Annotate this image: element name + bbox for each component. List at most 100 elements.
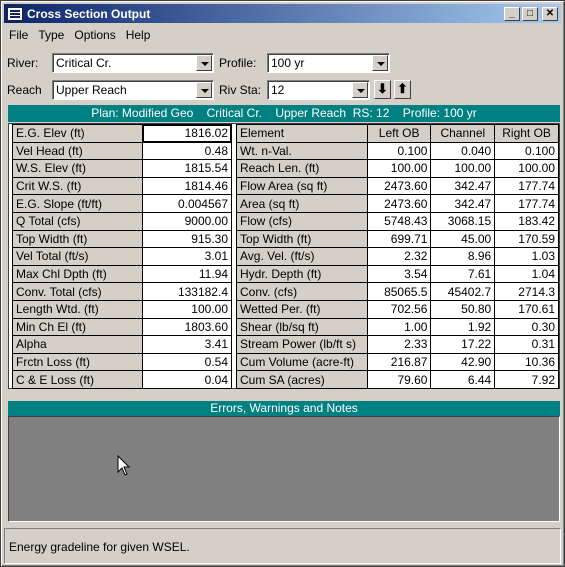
element-right-value[interactable]: 183.42	[494, 211, 559, 231]
summary-value[interactable]: 0.54	[142, 352, 232, 372]
summary-value[interactable]: 1803.60	[142, 317, 232, 337]
column-header: Channel	[430, 124, 496, 143]
summary-value[interactable]: 1814.46	[142, 176, 232, 196]
output-tables: E.G. Elev (ft) 1816.02 Vel Head (ft) 0.48 W.…	[8, 123, 560, 389]
element-label: Wt. n-Val.	[236, 141, 368, 161]
summary-row: E.G. Slope (ft/ft) 0.004567	[11, 194, 232, 213]
column-header: Left OB	[366, 124, 432, 143]
element-right-value[interactable]: 100.00	[494, 159, 559, 178]
rivsta-select[interactable]: 12	[267, 80, 370, 100]
summary-label: Min Ch El (ft)	[11, 317, 144, 337]
status-text: Energy gradeline for given WSEL.	[9, 540, 190, 554]
title-bar[interactable]: Cross Section Output _ □ ✕	[4, 4, 561, 23]
element-left-value[interactable]: 2473.60	[366, 194, 432, 213]
element-channel-value[interactable]: 100.00	[430, 159, 496, 178]
close-button[interactable]: ✕	[542, 6, 558, 21]
element-left-value[interactable]: 3.54	[366, 264, 432, 284]
element-label: Wetted Per. (ft)	[236, 299, 368, 319]
minimize-button[interactable]: _	[504, 6, 520, 21]
menu-help[interactable]: Help	[121, 28, 156, 42]
element-row: Area (sq ft) 2473.60 342.47 177.74	[236, 194, 559, 213]
element-right-value[interactable]: 1.03	[494, 247, 559, 266]
element-left-value[interactable]: 100.00	[366, 159, 432, 178]
summary-value[interactable]: 133182.4	[142, 282, 232, 301]
element-right-value[interactable]: 177.74	[494, 194, 559, 213]
element-label: Cum Volume (acre-ft)	[236, 352, 368, 372]
chevron-down-icon[interactable]	[196, 82, 212, 98]
element-channel-value[interactable]: 3068.15	[430, 211, 496, 231]
cross-section-output-window: Cross Section Output _ □ ✕ File Type Opt…	[0, 0, 565, 567]
element-right-value[interactable]: 10.36	[494, 352, 559, 372]
maximize-button[interactable]: □	[522, 6, 538, 21]
arrow-up-button[interactable]: ⬆	[394, 80, 411, 99]
summary-row: Q Total (cfs) 9000.00	[11, 211, 232, 231]
menu-type[interactable]: Type	[33, 28, 69, 42]
element-right-value[interactable]: 1.04	[494, 264, 559, 284]
summary-value[interactable]: 0.48	[142, 141, 232, 161]
element-right-value[interactable]: 170.61	[494, 299, 559, 319]
summary-value[interactable]: 11.94	[142, 264, 232, 284]
element-channel-value[interactable]: 0.040	[430, 141, 496, 161]
element-channel-value[interactable]: 342.47	[430, 176, 496, 196]
element-left-value[interactable]: 2.32	[366, 247, 432, 266]
menu-options[interactable]: Options	[69, 28, 120, 42]
element-channel-value[interactable]: 50.80	[430, 299, 496, 319]
element-left-value[interactable]: 2.33	[366, 335, 432, 354]
element-label: Flow Area (sq ft)	[236, 176, 368, 196]
summary-value[interactable]: 3.41	[142, 335, 232, 354]
rivsta-label: Riv Sta:	[219, 83, 262, 97]
element-channel-value[interactable]: 7.61	[430, 264, 496, 284]
errors-notes-area[interactable]	[8, 416, 560, 522]
summary-value[interactable]: 1816.02	[142, 124, 232, 143]
summary-value[interactable]: 3.01	[142, 247, 232, 266]
summary-row: Min Ch El (ft) 1803.60	[11, 317, 232, 337]
profile-select[interactable]: 100 yr	[267, 53, 390, 73]
element-label: Shear (lb/sq ft)	[236, 317, 368, 337]
element-left-value[interactable]: 5748.43	[366, 211, 432, 231]
summary-row: C & E Loss (ft) 0.04	[11, 370, 232, 389]
summary-value[interactable]: 915.30	[142, 229, 232, 249]
element-right-value[interactable]: 0.30	[494, 317, 559, 337]
element-label: Cum SA (acres)	[236, 370, 368, 389]
errors-title-bar: Errors, Warnings and Notes	[8, 401, 560, 416]
element-right-value[interactable]: 170.59	[494, 229, 559, 249]
element-channel-value[interactable]: 42.90	[430, 352, 496, 372]
element-label: Conv. (cfs)	[236, 282, 368, 301]
reach-select[interactable]: Upper Reach	[52, 80, 214, 100]
river-select[interactable]: Critical Cr.	[52, 53, 214, 73]
summary-value[interactable]: 1815.54	[142, 159, 232, 178]
element-right-value[interactable]: 0.31	[494, 335, 559, 354]
element-left-value[interactable]: 2473.60	[366, 176, 432, 196]
menu-file[interactable]: File	[4, 28, 33, 42]
arrow-down-button[interactable]: ⬇	[374, 80, 391, 99]
element-channel-value[interactable]: 17.22	[430, 335, 496, 354]
element-label: Top Width (ft)	[236, 229, 368, 249]
element-channel-value[interactable]: 6.44	[430, 370, 496, 389]
element-right-value[interactable]: 0.100	[494, 141, 559, 161]
chevron-down-icon[interactable]	[196, 55, 212, 71]
element-right-value[interactable]: 2714.3	[494, 282, 559, 301]
chevron-down-icon[interactable]	[372, 55, 388, 71]
chevron-down-icon[interactable]	[352, 82, 368, 98]
element-right-value[interactable]: 177.74	[494, 176, 559, 196]
summary-value[interactable]: 100.00	[142, 299, 232, 319]
element-left-value[interactable]: 216.87	[366, 352, 432, 372]
summary-value[interactable]: 9000.00	[142, 211, 232, 231]
element-left-value[interactable]: 702.56	[366, 299, 432, 319]
element-left-value[interactable]: 79.60	[366, 370, 432, 389]
element-right-value[interactable]: 7.92	[494, 370, 559, 389]
element-left-value[interactable]: 699.71	[366, 229, 432, 249]
element-channel-value[interactable]: 45402.7	[430, 282, 496, 301]
element-left-value[interactable]: 85065.5	[366, 282, 432, 301]
summary-value[interactable]: 0.04	[142, 370, 232, 389]
summary-value[interactable]: 0.004567	[142, 194, 232, 213]
element-left-value[interactable]: 0.100	[366, 141, 432, 161]
element-row: Flow Area (sq ft) 2473.60 342.47 177.74	[236, 176, 559, 196]
summary-row: Vel Head (ft) 0.48	[11, 141, 232, 161]
element-channel-value[interactable]: 1.92	[430, 317, 496, 337]
element-channel-value[interactable]: 342.47	[430, 194, 496, 213]
element-row: Shear (lb/sq ft) 1.00 1.92 0.30	[236, 317, 559, 337]
element-channel-value[interactable]: 8.96	[430, 247, 496, 266]
element-left-value[interactable]: 1.00	[366, 317, 432, 337]
element-channel-value[interactable]: 45.00	[430, 229, 496, 249]
